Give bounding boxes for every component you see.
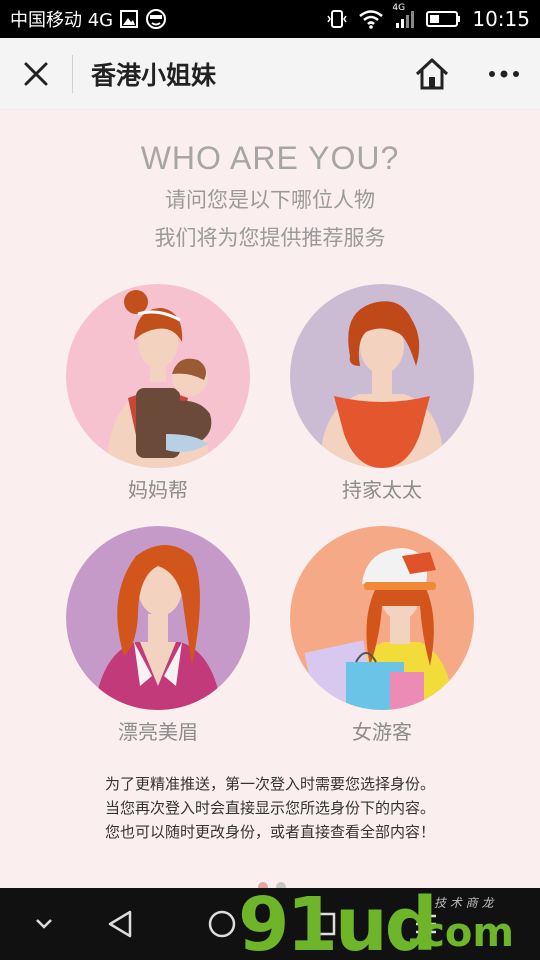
persona-housewife-label[interactable]: 持家太太 [290,474,474,503]
notification-menu-button[interactable] [406,904,446,944]
system-navigation-bar [0,888,540,960]
recent-apps-button[interactable] [304,904,344,944]
signal-icon: 4G [392,3,416,29]
more-options-button[interactable] [482,54,526,94]
battery-icon [426,10,462,28]
title-bar: 香港小姐妹 [0,38,540,110]
persona-tourist-avatar[interactable] [290,526,474,710]
mother-with-baby-illustration [66,284,250,468]
title-divider [72,54,73,93]
beauty-girl-illustration [66,526,250,710]
subtitle-service: 我们将为您提供推荐服务 [154,226,386,250]
home-button[interactable] [408,54,456,94]
tourist-girl-illustration [290,526,474,710]
recent-square-icon [312,912,336,936]
emoji-notification-icon [145,8,167,30]
persona-mother-avatar[interactable] [66,284,250,468]
chevron-down-icon [36,919,52,929]
menu-lines-icon [416,914,436,934]
notice-line: 您也可以随时更改身份，或者直接查看全部内容！ [104,823,435,841]
back-triangle-icon [108,910,132,938]
status-bar: 中国移动 4G 4G 10:15 [0,0,540,38]
housewife-illustration [290,284,474,468]
image-notification-icon [119,9,139,29]
persona-beauty-avatar[interactable] [66,526,250,710]
clock: 10:15 [472,7,530,31]
notice-line: 当您再次登入时会直接显示您所选身份下的内容。 [104,799,435,817]
persona-housewife-avatar[interactable] [290,284,474,468]
back-button[interactable] [100,904,140,944]
close-icon [24,62,48,85]
close-button[interactable] [0,38,72,110]
wifi-icon [358,9,384,29]
page-title: 香港小姐妹 [91,60,217,90]
notice-line: 为了更精准推送，第一次登入时需要您选择身份。 [104,775,435,793]
subtitle-question: 请问您是以下哪位人物 [165,188,375,212]
home-circle-icon [208,910,236,938]
identity-selection-page: WHO ARE YOU? 请问您是以下哪位人物 我们将为您提供推荐服务 妈妈帮 [0,110,540,888]
home-nav-button[interactable] [202,904,242,944]
persona-beauty-label[interactable]: 漂亮美眉 [66,716,250,745]
persona-tourist-label[interactable]: 女游客 [290,716,474,745]
network-type-badge: 4G [392,3,406,13]
home-icon [415,58,449,90]
identity-notice: 为了更精准推送，第一次登入时需要您选择身份。 当您再次登入时会直接显示您所选身份… [0,772,540,844]
more-dots-icon [489,70,519,78]
persona-mother-label[interactable]: 妈妈帮 [66,474,250,503]
vibrate-icon [326,8,348,30]
collapse-button[interactable] [24,904,64,944]
headline: WHO ARE YOU? [140,140,400,176]
carrier-label: 中国移动 4G [10,10,114,31]
